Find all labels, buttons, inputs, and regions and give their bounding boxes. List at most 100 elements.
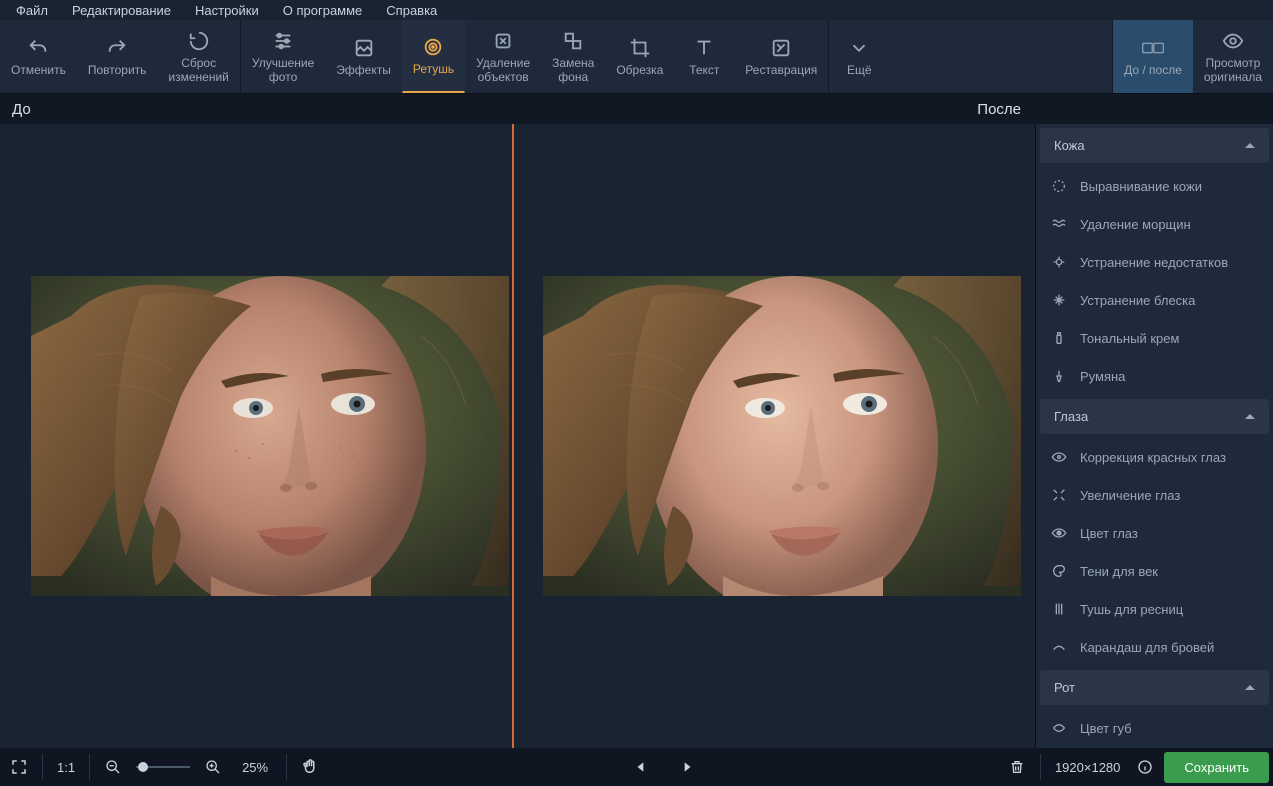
menu-about[interactable]: О программе bbox=[271, 1, 375, 20]
section-mouth[interactable]: Рот bbox=[1040, 670, 1269, 705]
zoom-slider-thumb[interactable] bbox=[138, 762, 148, 772]
item-eye-enlarge[interactable]: Увеличение глаз bbox=[1036, 476, 1273, 514]
before-after-button[interactable]: До / после bbox=[1113, 20, 1193, 93]
pencil-arc-icon bbox=[1050, 638, 1068, 656]
menu-help[interactable]: Справка bbox=[374, 1, 449, 20]
info-button[interactable] bbox=[1130, 752, 1160, 782]
lips-icon bbox=[1050, 719, 1068, 737]
crop-icon bbox=[629, 36, 651, 60]
item-label: Устранение недостатков bbox=[1080, 255, 1228, 270]
waves-icon bbox=[1050, 215, 1068, 233]
section-skin-label: Кожа bbox=[1054, 138, 1085, 153]
retouch-label: Ретушь bbox=[413, 63, 454, 76]
item-blemish-removal[interactable]: Устранение недостатков bbox=[1036, 243, 1273, 281]
replace-bg-icon bbox=[562, 29, 584, 53]
restoration-button[interactable]: Реставрация bbox=[734, 20, 828, 93]
item-shine-removal[interactable]: Устранение блеска bbox=[1036, 281, 1273, 319]
before-photo bbox=[31, 276, 509, 596]
text-label: Текст bbox=[689, 64, 719, 77]
menu-settings[interactable]: Настройки bbox=[183, 1, 271, 20]
menu-file[interactable]: Файл bbox=[4, 1, 60, 20]
more-button[interactable]: Ещё bbox=[829, 20, 889, 93]
item-skin-smoothing[interactable]: Выравнивание кожи bbox=[1036, 167, 1273, 205]
item-label: Румяна bbox=[1080, 369, 1125, 384]
item-label: Увеличение глаз bbox=[1080, 488, 1180, 503]
item-label: Тональный крем bbox=[1080, 331, 1179, 346]
item-label: Цвет глаз bbox=[1080, 526, 1138, 541]
one-to-one-label: 1:1 bbox=[57, 760, 75, 775]
canvas-area[interactable] bbox=[0, 124, 1035, 748]
item-foundation[interactable]: Тональный крем bbox=[1036, 319, 1273, 357]
item-label: Коррекция красных глаз bbox=[1080, 450, 1226, 465]
view-original-label: Просмотр оригинала bbox=[1204, 57, 1262, 83]
zoom-actual-button[interactable]: 1:1 bbox=[51, 752, 81, 782]
zoom-out-button[interactable] bbox=[98, 752, 128, 782]
menu-edit[interactable]: Редактирование bbox=[60, 1, 183, 20]
section-eyes[interactable]: Глаза bbox=[1040, 399, 1269, 434]
more-label: Ещё bbox=[847, 64, 872, 77]
item-label: Выравнивание кожи bbox=[1080, 179, 1202, 194]
brush-icon bbox=[1050, 367, 1068, 385]
after-label: После bbox=[977, 101, 1021, 118]
target-icon bbox=[1050, 253, 1068, 271]
view-original-button[interactable]: Просмотр оригинала bbox=[1193, 20, 1273, 93]
text-button[interactable]: Текст bbox=[674, 20, 734, 93]
zoom-percent-label: 25% bbox=[242, 760, 268, 775]
enhance-button[interactable]: Улучшение фото bbox=[241, 20, 325, 93]
item-mascara[interactable]: Тушь для ресниц bbox=[1036, 590, 1273, 628]
section-skin[interactable]: Кожа bbox=[1040, 128, 1269, 163]
eye-icon bbox=[1050, 448, 1068, 466]
restoration-icon bbox=[770, 36, 792, 60]
chevron-up-icon bbox=[1245, 143, 1255, 148]
item-red-eye[interactable]: Коррекция красных глаз bbox=[1036, 438, 1273, 476]
save-button[interactable]: Сохранить bbox=[1164, 752, 1269, 783]
item-label: Карандаш для бровей bbox=[1080, 640, 1214, 655]
replace-bg-label: Замена фона bbox=[552, 57, 594, 83]
chevron-up-icon bbox=[1245, 414, 1255, 419]
dimensions-label: 1920×1280 bbox=[1055, 760, 1120, 775]
split-divider[interactable] bbox=[512, 124, 514, 748]
item-blush[interactable]: Румяна bbox=[1036, 357, 1273, 395]
smoothing-icon bbox=[1050, 177, 1068, 195]
item-label: Цвет губ bbox=[1080, 721, 1132, 736]
effects-button[interactable]: Эффекты bbox=[325, 20, 402, 93]
bottom-bar: 1:1 25% 1920×1280 Сохранить bbox=[0, 748, 1273, 786]
item-lip-color[interactable]: Цвет губ bbox=[1036, 709, 1273, 747]
item-eyebrow-pencil[interactable]: Карандаш для бровей bbox=[1036, 628, 1273, 666]
item-eye-color[interactable]: Цвет глаз bbox=[1036, 514, 1273, 552]
item-eyeshadow[interactable]: Тени для век bbox=[1036, 552, 1273, 590]
undo-button[interactable]: Отменить bbox=[0, 20, 77, 93]
text-icon bbox=[693, 36, 715, 60]
fullscreen-button[interactable] bbox=[4, 752, 34, 782]
chevron-up-icon bbox=[1245, 685, 1255, 690]
sparkle-icon bbox=[1050, 291, 1068, 309]
redo-button[interactable]: Повторить bbox=[77, 20, 158, 93]
enhance-label: Улучшение фото bbox=[252, 57, 314, 83]
zoom-slider[interactable] bbox=[136, 766, 190, 768]
replace-bg-button[interactable]: Замена фона bbox=[541, 20, 605, 93]
reset-button[interactable]: Сброс изменений bbox=[157, 20, 239, 93]
zoom-in-button[interactable] bbox=[198, 752, 228, 782]
section-mouth-label: Рот bbox=[1054, 680, 1075, 695]
item-label: Устранение блеска bbox=[1080, 293, 1195, 308]
hand-tool-button[interactable] bbox=[295, 752, 325, 782]
mascara-icon bbox=[1050, 600, 1068, 618]
item-label: Тени для век bbox=[1080, 564, 1158, 579]
prev-button[interactable] bbox=[626, 752, 656, 782]
remove-objects-button[interactable]: Удаление объектов bbox=[465, 20, 541, 93]
delete-button[interactable] bbox=[1002, 752, 1032, 782]
menu-bar: Файл Редактирование Настройки О программ… bbox=[0, 0, 1273, 20]
crop-label: Обрезка bbox=[616, 64, 663, 77]
before-after-label: До / после bbox=[1124, 64, 1182, 77]
undo-icon bbox=[27, 36, 49, 60]
chevron-down-icon bbox=[848, 36, 870, 60]
retouch-button[interactable]: Ретушь bbox=[402, 20, 465, 93]
redo-icon bbox=[106, 36, 128, 60]
effects-icon bbox=[353, 36, 375, 60]
item-wrinkle-removal[interactable]: Удаление морщин bbox=[1036, 205, 1273, 243]
crop-button[interactable]: Обрезка bbox=[605, 20, 674, 93]
item-label: Тушь для ресниц bbox=[1080, 602, 1183, 617]
bottle-icon bbox=[1050, 329, 1068, 347]
next-button[interactable] bbox=[672, 752, 702, 782]
save-label: Сохранить bbox=[1184, 760, 1249, 775]
